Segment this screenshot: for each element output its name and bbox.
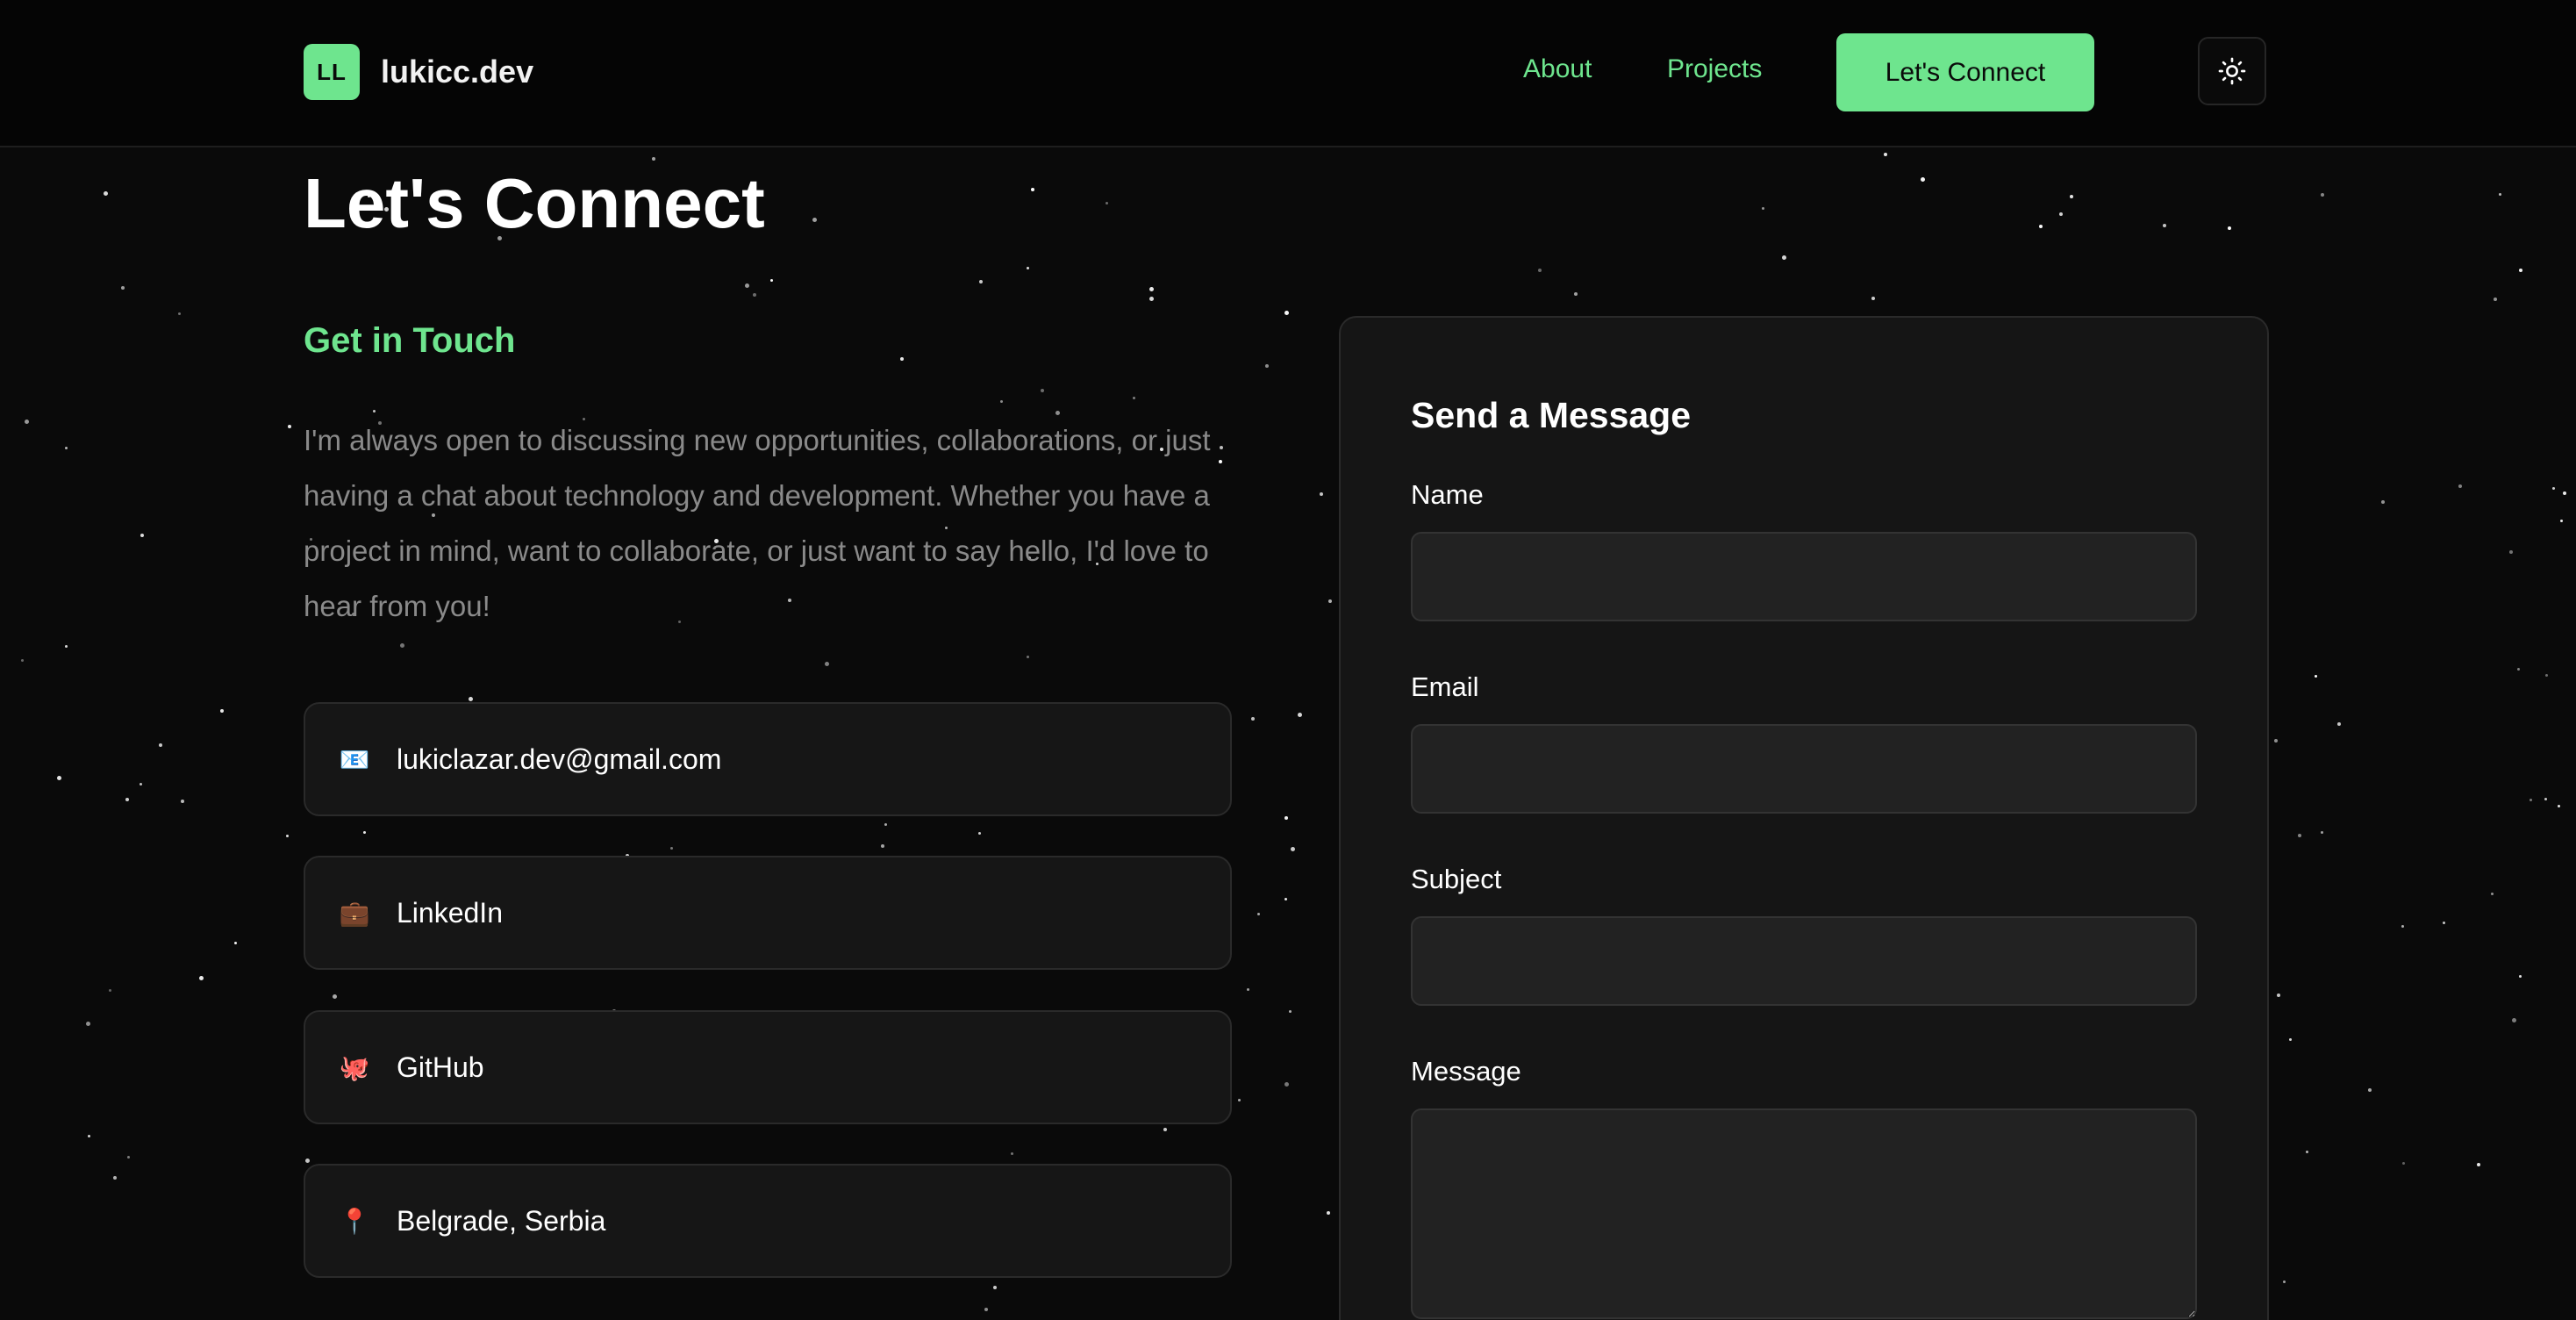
form-title: Send a Message (1411, 395, 1692, 435)
page: LL lukicc.dev About Projects Let's Conne… (0, 0, 2576, 1320)
main-content: Let's Connect Get in Touch I'm always op… (0, 0, 2576, 1320)
nav-link-about[interactable]: About (1523, 54, 1592, 84)
contact-card-github[interactable]: 🐙 GitHub (304, 1010, 1232, 1124)
contact-label: LinkedIn (397, 896, 503, 929)
contact-label: Belgrade, Serbia (397, 1204, 606, 1237)
name-label: Name (1411, 479, 1484, 510)
intro-paragraph: I'm always open to discussing new opport… (304, 424, 1211, 622)
contact-card-location: 📍 Belgrade, Serbia (304, 1164, 1232, 1278)
contact-card-linkedin[interactable]: 💼 LinkedIn (304, 856, 1232, 970)
subject-label: Subject (1411, 864, 1502, 894)
logo-text: lukicc.dev (381, 54, 534, 90)
contact-label: GitHub (397, 1051, 484, 1083)
sun-icon (2218, 57, 2246, 85)
message-label: Message (1411, 1056, 1521, 1087)
lets-connect-button[interactable]: Let's Connect (1836, 33, 2094, 111)
subject-field[interactable] (1411, 916, 2197, 1006)
message-field[interactable] (1411, 1108, 2197, 1319)
theme-toggle-button[interactable] (2198, 37, 2266, 105)
site-logo[interactable]: LL lukicc.dev (304, 44, 533, 100)
contact-label: lukiclazar.dev@gmail.com (397, 742, 722, 775)
contact-form-panel: Send a Message Name Email Subject Messag… (1339, 316, 2269, 1320)
nav-link-projects[interactable]: Projects (1667, 54, 1762, 84)
top-navbar: LL lukicc.dev About Projects Let's Conne… (0, 0, 2576, 147)
briefcase-icon: 💼 (339, 899, 370, 927)
page-title: Let's Connect (304, 164, 765, 242)
get-in-touch-heading: Get in Touch (304, 321, 516, 360)
location-pin-icon: 📍 (339, 1207, 370, 1235)
contact-card-email[interactable]: 📧 lukiclazar.dev@gmail.com (304, 702, 1232, 816)
email-icon: 📧 (339, 745, 370, 773)
email-label: Email (1411, 671, 1479, 702)
logo-badge: LL (304, 44, 360, 100)
octopus-icon: 🐙 (339, 1053, 370, 1081)
email-field[interactable] (1411, 724, 2197, 814)
name-field[interactable] (1411, 532, 2197, 621)
